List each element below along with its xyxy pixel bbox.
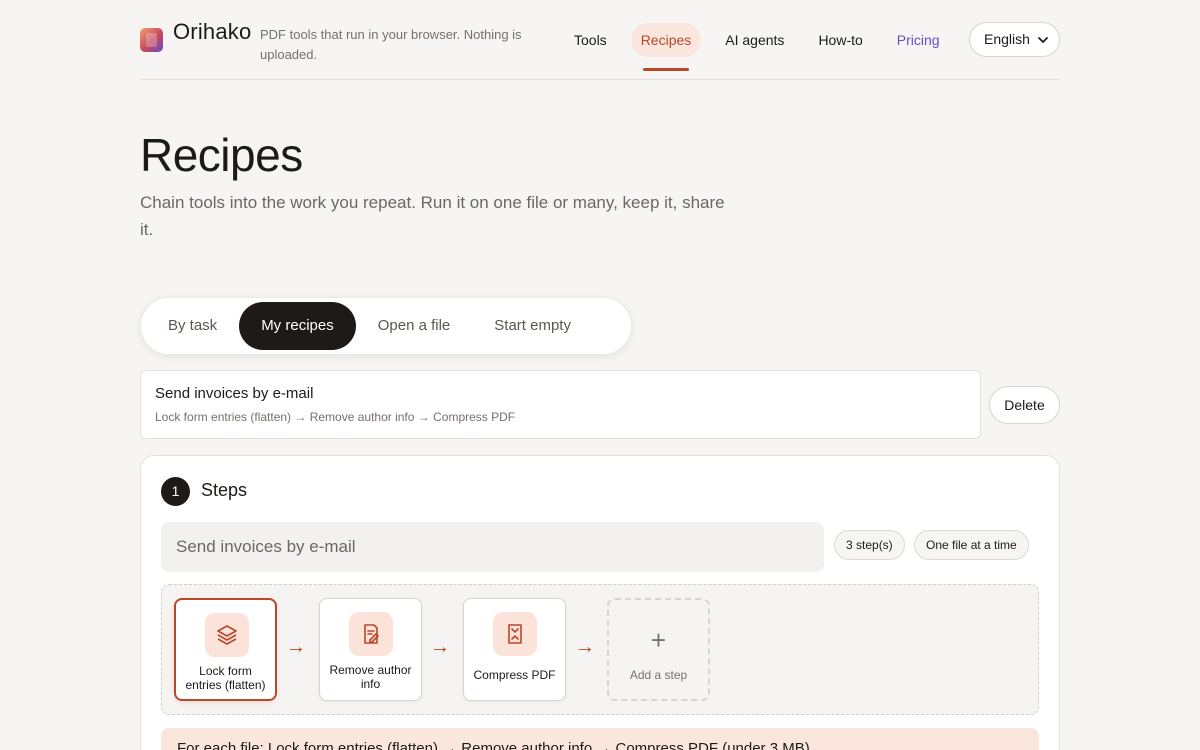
tab-open-a-file[interactable]: Open a file	[356, 302, 473, 350]
nav-tools[interactable]: Tools	[564, 23, 617, 57]
add-step-button[interactable]: + Add a step	[607, 598, 710, 701]
arrow-right-icon: →	[575, 636, 595, 658]
plus-icon: +	[650, 625, 667, 655]
orihako-logo-icon[interactable]	[140, 28, 163, 52]
run-summary: For each file: Lock form entries (flatte…	[161, 728, 1039, 750]
steps-flow: Lock form entries (flatten) → Remove aut…	[161, 584, 1039, 715]
tab-by-task[interactable]: By task	[146, 302, 239, 350]
layers-icon	[205, 613, 249, 657]
step-label: Compress PDF	[473, 668, 556, 682]
recipe-name: Send invoices by e-mail	[155, 385, 314, 402]
step-number-badge: 1	[161, 477, 190, 506]
language-value: English	[984, 31, 1030, 47]
nav-pricing[interactable]: Pricing	[887, 23, 950, 57]
chevron-down-icon	[1037, 24, 1049, 70]
document-edit-icon	[349, 612, 393, 656]
recipe-name-input[interactable]	[161, 522, 824, 572]
recipe-chain: Lock form entries (flatten) → Remove aut…	[155, 410, 516, 424]
step-card-compress[interactable]: Compress PDF	[463, 598, 566, 701]
steps-panel: 1 Steps 3 step(s) One file at a time Loc…	[140, 455, 1060, 750]
steps-title: Steps	[201, 480, 248, 500]
step-card-flatten[interactable]: Lock form entries (flatten)	[174, 598, 277, 701]
page: Orihako PDF tools that run in your brows…	[140, 0, 1060, 750]
run-mode-toggle[interactable]: One file at a time	[914, 530, 1029, 560]
tab-my-recipes[interactable]: My recipes	[239, 302, 356, 350]
arrow-right-icon: →	[430, 636, 450, 658]
step-card-remove-author[interactable]: Remove author info	[319, 598, 422, 701]
step-count-badge: 3 step(s)	[834, 530, 905, 560]
brand-tagline: PDF tools that run in your browser. Noth…	[260, 27, 522, 62]
page-title: Recipes	[140, 129, 303, 181]
compress-icon	[493, 612, 537, 656]
arrow-right-icon: →	[286, 636, 306, 658]
page-subtitle: Chain tools into the work you repeat. Ru…	[140, 193, 725, 239]
delete-recipe-button[interactable]: Delete	[989, 386, 1060, 424]
step-label: Remove author info	[329, 663, 412, 691]
nav-how-to[interactable]: How-to	[808, 23, 872, 57]
main-nav: Tools Recipes AI agents How-to Pricing	[564, 23, 964, 71]
brand-name[interactable]: Orihako	[173, 19, 251, 45]
language-select[interactable]: English	[969, 22, 1060, 57]
step-label: Lock form entries (flatten)	[185, 664, 266, 692]
saved-recipe-card[interactable]: Send invoices by e-mail Lock form entrie…	[140, 370, 981, 439]
nav-ai-agents[interactable]: AI agents	[715, 23, 794, 57]
site-header: Orihako PDF tools that run in your brows…	[140, 0, 1060, 80]
tab-start-empty[interactable]: Start empty	[472, 302, 593, 350]
add-step-label: Add a step	[629, 668, 688, 682]
nav-recipes[interactable]: Recipes	[630, 23, 702, 71]
recipe-tabs: By task My recipes Open a file Start emp…	[140, 297, 632, 355]
